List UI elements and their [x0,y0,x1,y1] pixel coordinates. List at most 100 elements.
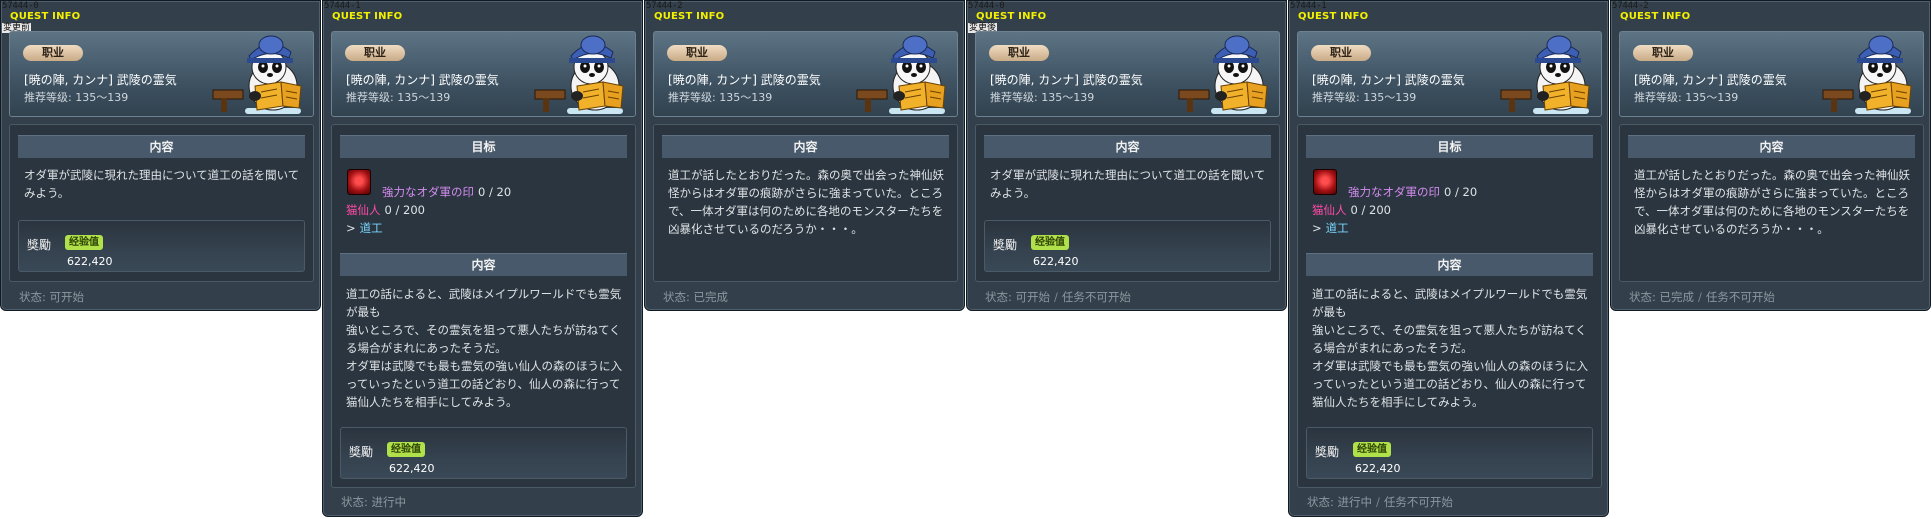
reward-box: 獎勵 经验值 622,420 [340,427,627,479]
goal-destination[interactable]: 道工 [1326,221,1349,235]
goal-mob-name[interactable]: 強力なオダ軍の印 [382,185,474,199]
goal-npc-row: 猫仙人 0 / 200 [346,202,425,218]
window-title: QUEST INFO [332,11,403,22]
goal-npc-count: 0 / 200 [384,203,425,217]
quest-id: 57444-0 [968,1,1005,11]
quest-id: 57444-2 [1612,1,1649,11]
arrow-icon: > [346,221,356,235]
panda-npc-reading-icon [212,35,302,114]
status-value: 已完成 [693,290,729,304]
status-value: 可开始 [49,290,85,304]
status-prefix: 状态: [663,290,694,304]
quest-id: 57444-1 [324,1,361,11]
window-title: QUEST INFO [1620,11,1691,22]
goal-npc-name[interactable]: 猫仙人 [1312,203,1347,217]
window-title: QUEST INFO [10,11,81,22]
quest-info-panel: 57444-2 QUEST INFO 职业 [暁の陣, カンナ] 武陵の霊気 推荐等级:… [1610,0,1931,311]
quest-content-text: 道工の話によると、武陵はメイプルワールドでも霊気が最も 強いところで、その霊気を… [1312,287,1588,409]
status-prefix: 状态: [19,290,50,304]
panda-npc-reading-icon [856,35,946,114]
quest-status: 状态: 已完成 / 任务不可开始 [1629,289,1775,305]
quest-name: [暁の陣, カンナ] 武陵の霊気 [1634,73,1787,87]
job-badge: 职业 [667,45,727,61]
recommended-level: 推荐等级: 135～139 [1634,91,1739,104]
status-separator: / [1698,290,1702,304]
quest-info-panel: 57444-1 QUEST INFO 职业 [暁の陣, カンナ] 武陵の霊気 推荐等级:… [1288,0,1609,517]
window-title: QUEST INFO [1298,11,1369,22]
goal-npc-name[interactable]: 猫仙人 [346,203,381,217]
quest-status: 状态: 进行中 / 任务不可开始 [1307,494,1453,510]
section-content-header: 内容 [340,253,627,276]
arrow-icon: > [1312,221,1322,235]
job-badge: 职业 [345,45,405,61]
quest-header: 职业 [暁の陣, カンナ] 武陵の霊気 推荐等级: 135～139 [975,31,1280,117]
recommended-level: 推荐等级: 135～139 [346,91,451,104]
quest-info-panel: 57444-0 QUEST INFO 変更前 职业 [暁の陣, カンナ] 武陵の霊気 推荐… [0,0,321,311]
goal-mob-count: 0 / 20 [478,185,512,199]
exp-value: 622,420 [67,255,113,268]
exp-badge: 经验值 [1353,442,1391,457]
quest-content-text: オダ軍が武陵に現れた理由について道工の話を聞いてみよう。 [24,168,300,200]
quest-body: 内容オダ軍が武陵に現れた理由について道工の話を聞いてみよう。獎勵 经验值 622,4… [975,124,1280,282]
quest-status: 状态: 可开始 / 任务不可开始 [985,289,1131,305]
status-value: 进行中 [1337,495,1373,509]
status-extra: 任务不可开始 [1383,495,1453,509]
quest-body: 目标強力なオダ軍の印 0 / 20 猫仙人 0 / 200 > 道工内容道工の話によると、… [1297,124,1602,488]
exp-badge: 经验值 [387,442,425,457]
panda-npc-reading-icon [1500,35,1590,114]
goal-destination-row: > 道工 [1312,220,1349,236]
reward-label: 獎勵 [349,445,374,459]
panda-npc-reading-icon [1178,35,1268,114]
section-content-header: 内容 [1306,253,1593,276]
quest-body: 内容 道工が話したとおりだった。森の奥で出会った神仙妖怪からはオダ軍の痕跡がさらに… [653,124,958,282]
goal-destination[interactable]: 道工 [360,221,383,235]
quest-name: [暁の陣, カンナ] 武陵の霊気 [24,73,177,87]
quest-header: 职业 [暁の陣, カンナ] 武陵の霊気 推荐等级: 135～139 [331,31,636,117]
exp-badge: 经验值 [1031,235,1069,250]
status-prefix: 状态: [341,495,372,509]
quest-body: 内容 オダ軍が武陵に現れた理由について道工の話を聞いてみよう。 獎勵 经验值 622,4… [9,124,314,282]
status-prefix: 状态: [1629,290,1660,304]
panda-npc-reading-icon [534,35,624,114]
job-badge: 职业 [23,45,83,61]
reward-box: 獎勵 经验值 622,420 [984,220,1271,272]
quest-name: [暁の陣, カンナ] 武陵の霊気 [990,73,1143,87]
reward-label: 獎勵 [27,238,52,252]
quest-info-panel: 57444-0 QUEST INFO 変更後 职业 [暁の陣, カンナ] 武陵の霊気 推荐… [966,0,1287,311]
recommended-level: 推荐等级: 135～139 [24,91,129,104]
recommended-level: 推荐等级: 135～139 [990,91,1095,104]
quest-header: 职业 [暁の陣, カンナ] 武陵の霊気 推荐等级: 135～139 [1619,31,1924,117]
quest-content-text: 道工が話したとおりだった。森の奥で出会った神仙妖怪からはオダ軍の痕跡がさらに強ま… [668,168,944,236]
exp-value: 622,420 [1033,255,1079,268]
goal-npc-count: 0 / 200 [1350,203,1391,217]
quest-status: 状态: 进行中 [341,494,406,510]
quest-status: 状态: 可开始 [19,289,84,305]
quest-name: [暁の陣, カンナ] 武陵の霊気 [346,73,499,87]
exp-value: 622,420 [389,462,435,475]
goal-mob-name[interactable]: 強力なオダ軍の印 [1348,185,1440,199]
section-goal-header: 目标 [340,135,627,158]
goal-destination-row: > 道工 [346,220,383,236]
status-separator: / [1054,290,1058,304]
quest-header: 职业 [暁の陣, カンナ] 武陵の霊気 推荐等级: 135～139 [1297,31,1602,117]
exp-value: 622,420 [1355,462,1401,475]
status-prefix: 状态: [985,290,1016,304]
quest-content-text: オダ軍が武陵に現れた理由について道工の話を聞いてみよう。 [990,168,1266,200]
reward-label: 獎勵 [993,238,1018,252]
reward-label: 獎勵 [1315,445,1340,459]
goal-mob-count: 0 / 20 [1444,185,1478,199]
quest-content-text: 道工の話によると、武陵はメイプルワールドでも霊気が最も 強いところで、その霊気を… [346,287,622,409]
status-extra: 任务不可开始 [1061,290,1131,304]
section-content-header: 内容 [18,135,305,158]
recommended-level: 推荐等级: 135～139 [668,91,773,104]
section-content-header: 内容 [984,135,1271,158]
red-seal-icon [1313,169,1337,195]
status-separator: / [1376,495,1380,509]
section-goal-header: 目标 [1306,135,1593,158]
job-badge: 职业 [989,45,1049,61]
status-value: 进行中 [371,495,407,509]
status-value: 可开始 [1015,290,1051,304]
quest-id: 57444-1 [1290,1,1327,11]
quest-content-text: 道工が話したとおりだった。森の奥で出会った神仙妖怪からはオダ軍の痕跡がさらに強ま… [1634,168,1910,236]
job-badge: 职业 [1311,45,1371,61]
